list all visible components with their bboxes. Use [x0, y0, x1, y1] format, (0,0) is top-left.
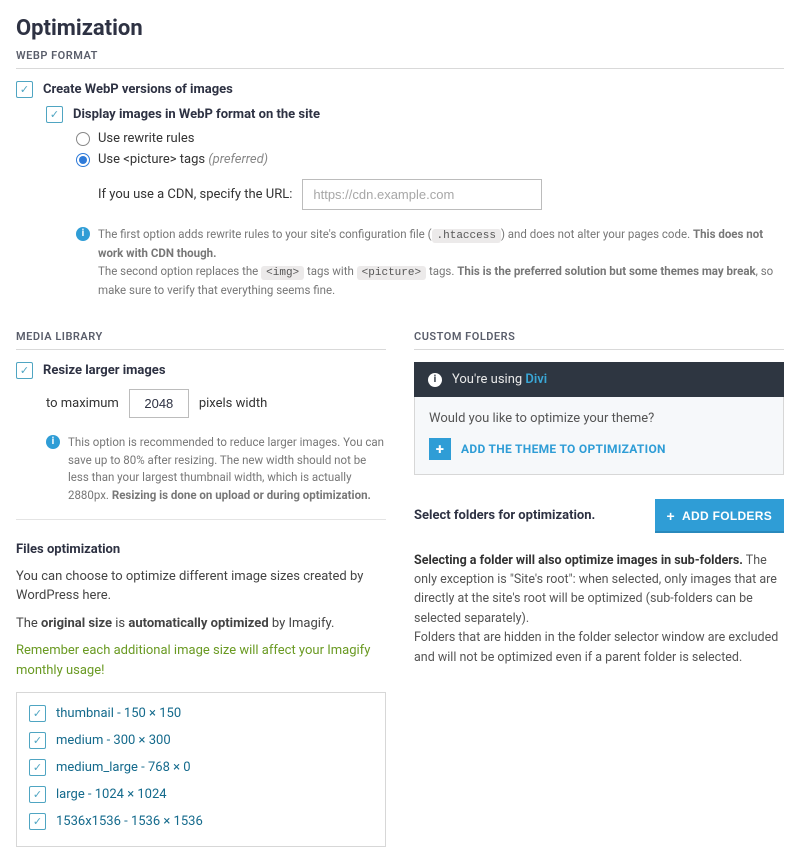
- checkbox-create-webp[interactable]: ✓: [16, 81, 33, 98]
- size-label: thumbnail - 150 × 150: [56, 706, 181, 721]
- theme-banner: i You're using Divi: [414, 362, 784, 397]
- page-title: Optimization: [16, 16, 784, 41]
- radio-rewrite-rules[interactable]: [76, 132, 90, 146]
- size-label: medium_large - 768 × 0: [56, 760, 191, 775]
- label-display-webp: Display images in WebP format on the sit…: [73, 107, 320, 122]
- max-width-input[interactable]: [129, 389, 189, 418]
- image-sizes-list: ✓ thumbnail - 150 × 150 ✓ medium - 300 ×…: [16, 692, 386, 847]
- section-custom-folders: CUSTOM FOLDERS: [414, 330, 784, 350]
- monthly-usage-warning: Remember each additional image size will…: [16, 641, 386, 680]
- plus-icon: +: [667, 508, 675, 524]
- checkbox-size-1536[interactable]: ✓: [29, 813, 46, 830]
- checkbox-size-medium-large[interactable]: ✓: [29, 759, 46, 776]
- add-theme-button[interactable]: + ADD THE THEME TO OPTIMIZATION: [429, 438, 769, 460]
- label-resize: Resize larger images: [43, 363, 166, 378]
- label-picture-tags: Use <picture> tags (preferred): [98, 152, 268, 167]
- label-to-maximum: to maximum: [46, 396, 119, 411]
- plus-icon: +: [429, 438, 451, 460]
- label-rewrite-rules: Use rewrite rules: [98, 131, 194, 146]
- info-icon: i: [46, 435, 60, 449]
- resize-info-text: This option is recommended to reduce lar…: [68, 434, 386, 505]
- label-create-webp: Create WebP versions of images: [43, 82, 233, 97]
- optimize-theme-question: Would you like to optimize your theme?: [429, 411, 769, 426]
- section-webp-format: WEBP FORMAT: [16, 49, 784, 69]
- select-folders-label: Select folders for optimization.: [414, 508, 595, 523]
- theme-name: Divi: [525, 372, 547, 387]
- label-cdn-url: If you use a CDN, specify the URL:: [98, 187, 292, 202]
- checkbox-size-thumbnail[interactable]: ✓: [29, 705, 46, 722]
- size-label: medium - 300 × 300: [56, 733, 171, 748]
- folders-explanation: Selecting a folder will also optimize im…: [414, 551, 784, 667]
- section-media-library: MEDIA LIBRARY: [16, 330, 386, 350]
- checkbox-resize[interactable]: ✓: [16, 362, 33, 379]
- info-icon: i: [428, 373, 442, 387]
- checkbox-size-large[interactable]: ✓: [29, 786, 46, 803]
- checkbox-size-medium[interactable]: ✓: [29, 732, 46, 749]
- files-optimization-heading: Files optimization: [16, 542, 386, 557]
- files-optimization-desc: You can choose to optimize different ima…: [16, 567, 386, 606]
- original-size-note: The original size is automatically optim…: [16, 614, 386, 634]
- info-icon: i: [76, 227, 90, 241]
- size-label: 1536x1536 - 1536 × 1536: [56, 814, 203, 829]
- checkbox-display-webp[interactable]: ✓: [46, 106, 63, 123]
- size-label: large - 1024 × 1024: [56, 787, 167, 802]
- webp-info-text: The first option adds rewrite rules to y…: [98, 226, 784, 300]
- cdn-url-input[interactable]: [302, 179, 542, 210]
- add-folders-button[interactable]: + ADD FOLDERS: [655, 499, 784, 533]
- radio-picture-tags[interactable]: [76, 153, 90, 167]
- label-pixels-width: pixels width: [199, 396, 267, 411]
